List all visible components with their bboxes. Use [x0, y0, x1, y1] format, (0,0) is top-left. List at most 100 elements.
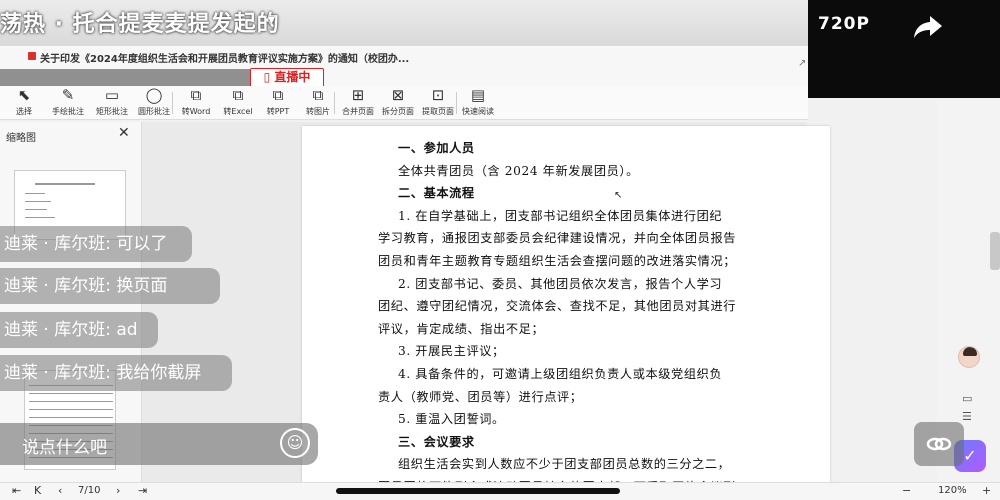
tool-label: 转PPT	[266, 107, 290, 116]
thumbnail-text-line	[35, 183, 95, 185]
document-paragraph: 2. 团支部书记、委员、其他团员依次发言，报告个人学习	[398, 276, 723, 291]
chat-input-bar[interactable]: 说点什么吧	[0, 423, 318, 465]
section-heading: 三、会议要求	[398, 434, 475, 449]
live-title[interactable]: 荡热 · 托合提麦麦提发起的	[0, 6, 280, 38]
close-icon[interactable]: ✕	[118, 125, 130, 141]
link-icon	[926, 437, 952, 451]
zoom-in-button[interactable]: +	[982, 484, 991, 497]
document-paragraph: 责人（教师党、团员等）进行点评；	[378, 389, 583, 404]
tool-label: 转图片	[306, 107, 330, 116]
circle-icon: ◯	[145, 86, 163, 104]
tool-label: 快速阅读	[462, 107, 494, 116]
tool-to-excel[interactable]: ⧉ 转Excel	[218, 86, 258, 120]
quality-panel: 720P	[808, 0, 1000, 98]
document-page: 一、参加人员全体共青团员（含 2024 年新发展团员）。 二、基本流程 1. 在自学…	[302, 126, 830, 500]
tool-cursor[interactable]: ⬉ 选择	[4, 86, 44, 120]
zoom-out-button[interactable]: −	[902, 484, 911, 497]
page-indicator[interactable]: 7/10	[78, 485, 100, 496]
zoom-level[interactable]: 120%	[938, 485, 967, 496]
live-badge: ▯ 直播中	[250, 68, 324, 88]
document-paragraph: 团员和青年主题教育专题组织生活会查摆问题的改进落实情况；	[378, 254, 737, 268]
quality-selector[interactable]: 720P	[818, 14, 870, 34]
tool-label: 转Excel	[223, 107, 253, 116]
thumbnail-text-line	[25, 209, 47, 210]
extract-pages-icon: ⊡	[431, 86, 445, 104]
thumbnail-text-line	[25, 217, 55, 218]
tool-label: 合并页面	[342, 107, 374, 116]
tool-label: 提取页面	[422, 107, 454, 116]
chat-input[interactable]: 说点什么吧	[22, 433, 107, 458]
tool-quick-read[interactable]: ▤ 快速阅读	[458, 86, 498, 120]
document-title: 关于印发《2024年度组织生活会和开展团员教育评议实施方案》的通知（校团办...	[40, 54, 410, 65]
last-page-button[interactable]: ⇥	[138, 484, 147, 497]
tool-label: 手绘批注	[52, 107, 84, 116]
chat-message: 迪莱 · 库尔班: 可以了	[0, 226, 192, 262]
rectangle-icon: ▭	[104, 86, 120, 104]
tool-rectangle[interactable]: ▭ 矩形批注	[92, 86, 132, 120]
document-paragraph: 4. 具备条件的，可邀请上级团组织负责人或本级党组织负	[398, 367, 723, 381]
link-button[interactable]	[914, 422, 964, 466]
comment-icon[interactable]: ▭	[962, 392, 972, 405]
split-pages-icon: ⊠	[391, 86, 405, 104]
thumbnail-table-line	[29, 401, 113, 402]
emoji-icon[interactable]: ☺	[280, 428, 310, 458]
tool-extract-pages[interactable]: ⊡ 提取页面	[418, 86, 458, 120]
document-paragraph: 5. 重温入团誓词。	[398, 412, 505, 427]
avatar[interactable]	[958, 346, 980, 368]
toolbar-separator	[172, 92, 173, 114]
live-badge-label: 直播中	[274, 70, 311, 84]
first-page-button[interactable]: ⇤	[12, 484, 21, 497]
document-paragraph: 学习教育，通报团支部委员会纪律建设情况，并向全体团员报告	[378, 231, 737, 246]
tool-circle[interactable]: ◯ 圆形批注	[134, 86, 174, 120]
next-page-button[interactable]: ›	[116, 484, 120, 497]
tool-label: 拆分页面	[382, 107, 414, 116]
document-paragraph: 团纪、遵守团纪情况，交流体会、查找不足，其他团员对其进行	[378, 299, 737, 314]
thumbnail-text-line	[25, 193, 45, 194]
to-image-icon: ⧉	[312, 86, 324, 104]
chat-message: 迪莱 · 库尔班: ad	[0, 312, 158, 348]
pagination-bar: ⇤ K ‹ 7/10 › ⇥ − 120% +	[0, 482, 1000, 500]
tool-label: 矩形批注	[96, 107, 128, 116]
document-paragraph: 1. 在自学基础上，团支部书记组织全体团员集体进行团纪	[398, 208, 723, 223]
prev-page-button[interactable]: ‹	[58, 484, 62, 497]
document-paragraph: 全体共青团员（含 2024 年新发展团员）。	[398, 163, 639, 178]
tool-label: 转Word	[181, 107, 211, 116]
document-paragraph: 组织生活会实到人数应不少于团支部团员总数的三分之二，	[398, 457, 731, 472]
tool-pen[interactable]: ✎ 手绘批注	[48, 86, 88, 120]
meta-strip	[0, 69, 250, 87]
prev-jump-button[interactable]: K	[34, 484, 41, 497]
pdf-app-icon	[28, 52, 36, 60]
tool-to-word[interactable]: ⧉ 转Word	[176, 86, 216, 120]
to-ppt-icon: ⧉	[272, 86, 284, 104]
thumbnail-title: 缩略图	[6, 133, 36, 144]
section-heading: 二、基本流程	[398, 186, 475, 201]
to-excel-icon: ⧉	[232, 86, 244, 104]
section-heading: 一、参加人员	[398, 141, 475, 155]
tool-merge-pages[interactable]: ⊞ 合并页面	[338, 86, 378, 120]
annotation-toolbar: ⬉ 选择 ✎ 手绘批注 ▭ 矩形批注 ◯ 圆形批注 ⧉ 转Word ⧉ 转Excel ⧉ 转PPT ⧉ 转图片…	[0, 86, 808, 120]
tool-label: 选择	[16, 107, 32, 116]
scrollbar-handle[interactable]	[990, 232, 1000, 270]
chevron-down-icon[interactable]: ▾	[268, 12, 275, 28]
chat-message: 迪莱 · 库尔班: 我给你截屏	[0, 355, 232, 391]
tool-to-image[interactable]: ⧉ 转图片	[298, 86, 338, 120]
toolbar-separator	[456, 92, 457, 114]
open-external-icon[interactable]: ↗	[798, 58, 806, 69]
chat-message: 迪莱 · 库尔班: 换页面	[0, 268, 220, 304]
toolbar-separator	[334, 92, 335, 114]
tool-label: 圆形批注	[138, 107, 170, 116]
cursor-icon: ⬉	[17, 86, 31, 104]
merge-pages-icon: ⊞	[351, 86, 365, 104]
to-word-icon: ⧉	[190, 86, 202, 104]
thumbnail-table-line	[29, 417, 113, 418]
tool-split-pages[interactable]: ⊠ 拆分页面	[378, 86, 418, 120]
thumbnail-table-line	[29, 393, 113, 394]
document-paragraph: 3. 开展民主评议；	[398, 344, 505, 359]
tool-to-ppt[interactable]: ⧉ 转PPT	[258, 86, 298, 120]
progress-scrubber[interactable]	[336, 488, 620, 494]
quick-read-icon: ▤	[470, 86, 486, 104]
share-icon[interactable]	[912, 10, 944, 42]
document-paragraph: 评议，肯定成绩、指出不足；	[378, 321, 545, 336]
list-icon[interactable]: ☰	[962, 410, 972, 423]
pen-icon: ✎	[61, 86, 75, 104]
